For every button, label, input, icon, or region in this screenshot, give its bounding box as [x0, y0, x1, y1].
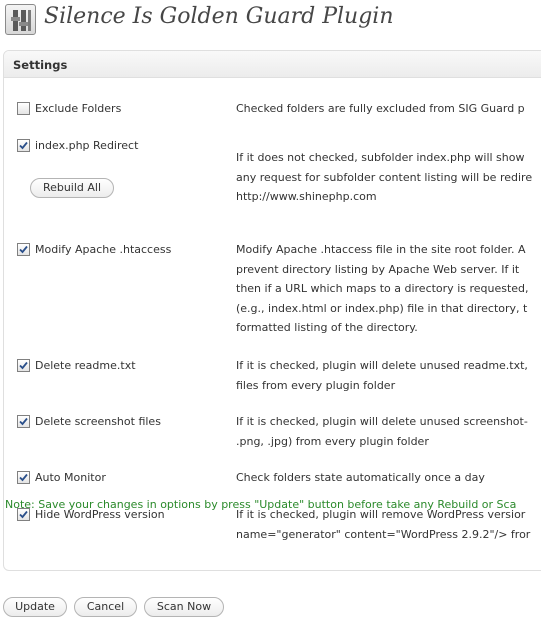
description-line: Checked folders are fully excluded from … — [236, 102, 525, 115]
description-line: (e.g., index.html or index.php) file in … — [236, 301, 528, 315]
settings-title: Settings — [13, 58, 68, 72]
plugin-settings-icon — [5, 4, 36, 35]
index-redirect-description: If it does not checked, subfolder index.… — [236, 148, 541, 207]
modify-htaccess-label[interactable]: Modify Apache .htaccess — [35, 243, 171, 256]
checkmark-icon — [19, 473, 28, 482]
delete-screenshots-checkbox[interactable] — [17, 415, 30, 428]
exclude-folders-label[interactable]: Exclude Folders — [35, 102, 121, 115]
delete-screenshots-description: If it is checked, plugin will delete unu… — [236, 412, 541, 451]
description-line: .png, .jpg) from every plugin folder — [236, 434, 429, 448]
scan-now-button[interactable]: Scan Now — [144, 597, 224, 617]
delete-screenshots-label[interactable]: Delete screenshot files — [35, 415, 161, 428]
description-line: formatted listing of the directory. — [236, 321, 418, 334]
update-button[interactable]: Update — [3, 597, 67, 617]
auto-monitor-label[interactable]: Auto Monitor — [35, 471, 106, 484]
description-line: any request for subfolder content listin… — [236, 170, 533, 184]
description-line: http://www.shinephp.com — [236, 190, 377, 203]
description-line: prevent directory listing by Apache Web … — [236, 262, 520, 276]
description-line: If it is checked, plugin will delete unu… — [236, 359, 528, 372]
description-line: If it is checked, plugin will delete unu… — [236, 415, 528, 428]
description-line: Modify Apache .htaccess file in the site… — [236, 243, 526, 256]
checkmark-icon — [19, 141, 28, 150]
index-redirect-label[interactable]: index.php Redirect — [35, 139, 138, 152]
auto-monitor-description: Check folders state automatically once a… — [236, 468, 541, 488]
exclude-folders-description: Checked folders are fully excluded from … — [236, 99, 541, 119]
page-title: Silence Is Golden Guard Plugin — [44, 4, 394, 29]
description-line: files from every plugin folder — [236, 378, 396, 392]
exclude-folders-checkbox[interactable] — [17, 102, 30, 115]
delete-readme-description: If it is checked, plugin will delete unu… — [236, 356, 541, 395]
auto-monitor-checkbox[interactable] — [17, 471, 30, 484]
save-note: Note: Save your changes in options by pr… — [5, 498, 517, 511]
index-redirect-checkbox[interactable] — [17, 139, 30, 152]
delete-readme-label[interactable]: Delete readme.txt — [35, 359, 136, 372]
description-line: then if a URL which maps to a directory … — [236, 282, 529, 295]
description-line: name="generator" content="WordPress 2.9.… — [236, 527, 531, 541]
checkmark-icon — [19, 361, 28, 370]
description-line: If it does not checked, subfolder index.… — [236, 151, 525, 164]
modify-htaccess-checkbox[interactable] — [17, 243, 30, 256]
page-header: Silence Is Golden Guard Plugin — [0, 0, 541, 42]
modify-htaccess-description: Modify Apache .htaccess file in the site… — [236, 240, 541, 338]
settings-panel-header: Settings — [4, 51, 541, 78]
checkmark-icon — [19, 417, 28, 426]
checkmark-icon — [19, 245, 28, 254]
description-line: Check folders state automatically once a… — [236, 471, 485, 484]
rebuild-all-button[interactable]: Rebuild All — [30, 178, 114, 198]
cancel-button[interactable]: Cancel — [74, 597, 137, 617]
delete-readme-checkbox[interactable] — [17, 359, 30, 372]
